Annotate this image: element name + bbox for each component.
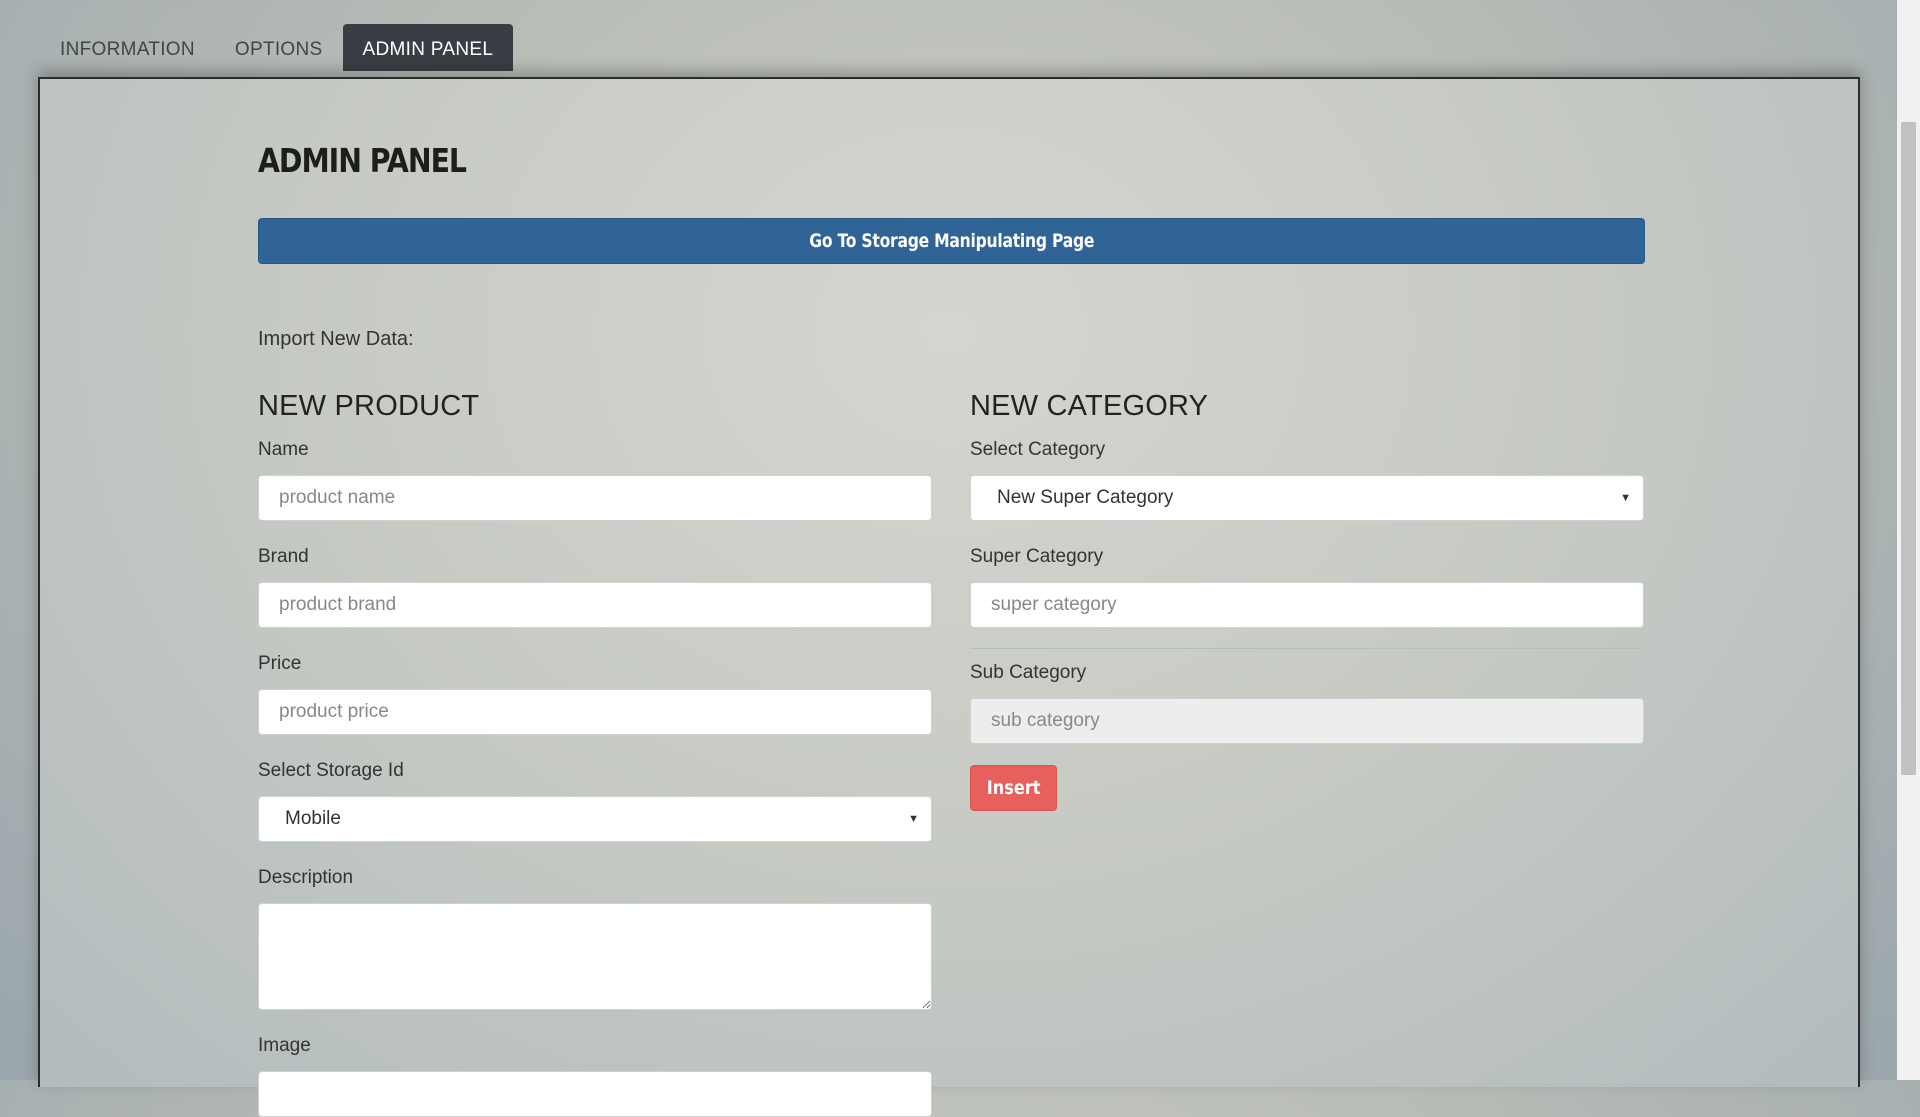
new-product-form: NEW PRODUCT Name Brand Price Select Stor… <box>258 388 932 1117</box>
name-label: Name <box>258 439 309 460</box>
brand-label: Brand <box>258 546 309 567</box>
tab-admin-panel[interactable]: ADMIN PANEL <box>342 24 514 71</box>
new-category-heading: NEW CATEGORY <box>970 390 1209 422</box>
tab-options[interactable]: OPTIONS <box>215 24 343 71</box>
sub-category-input[interactable] <box>970 698 1644 744</box>
chevron-down-icon: ▼ <box>908 813 919 825</box>
select-category-label: Select Category <box>970 439 1106 460</box>
product-name-input[interactable] <box>258 475 932 521</box>
product-brand-input[interactable] <box>258 582 932 628</box>
divider <box>970 648 1644 649</box>
storage-id-value: Mobile <box>285 808 341 829</box>
category-select-value: New Super Category <box>997 487 1174 508</box>
admin-panel-container: ADMIN PANEL Go To Storage Manipulating P… <box>38 77 1860 1117</box>
chevron-down-icon: ▼ <box>1620 492 1631 504</box>
page-title: ADMIN PANEL <box>258 141 467 180</box>
image-input[interactable] <box>258 1071 932 1117</box>
tab-information[interactable]: INFORMATION <box>40 24 215 71</box>
new-category-form: NEW CATEGORY Select Category New Super C… <box>970 388 1644 811</box>
insert-button[interactable]: Insert <box>970 765 1057 811</box>
super-category-label: Super Category <box>970 546 1104 567</box>
category-select[interactable]: New Super Category ▼ <box>970 475 1644 521</box>
storage-id-select[interactable]: Mobile ▼ <box>258 796 932 842</box>
storage-id-label: Select Storage Id <box>258 760 404 781</box>
product-price-input[interactable] <box>258 689 932 735</box>
description-textarea[interactable] <box>258 903 932 1010</box>
tab-bar: INFORMATION OPTIONS ADMIN PANEL <box>40 24 514 71</box>
page-scrollbar[interactable] <box>1897 0 1920 1080</box>
admin-panel-content: ADMIN PANEL Go To Storage Manipulating P… <box>258 141 1645 1117</box>
go-to-storage-label: Go To Storage Manipulating Page <box>809 230 1094 252</box>
scrollbar-thumb[interactable] <box>1901 122 1916 775</box>
go-to-storage-button[interactable]: Go To Storage Manipulating Page <box>258 218 1645 264</box>
new-product-heading: NEW PRODUCT <box>258 390 480 422</box>
import-new-data-label: Import New Data: <box>258 328 414 350</box>
description-label: Description <box>258 867 354 888</box>
insert-button-label: Insert <box>986 777 1041 799</box>
price-label: Price <box>258 653 302 674</box>
sub-category-label: Sub Category <box>970 662 1087 683</box>
super-category-input[interactable] <box>970 582 1644 628</box>
image-label: Image <box>258 1035 311 1056</box>
